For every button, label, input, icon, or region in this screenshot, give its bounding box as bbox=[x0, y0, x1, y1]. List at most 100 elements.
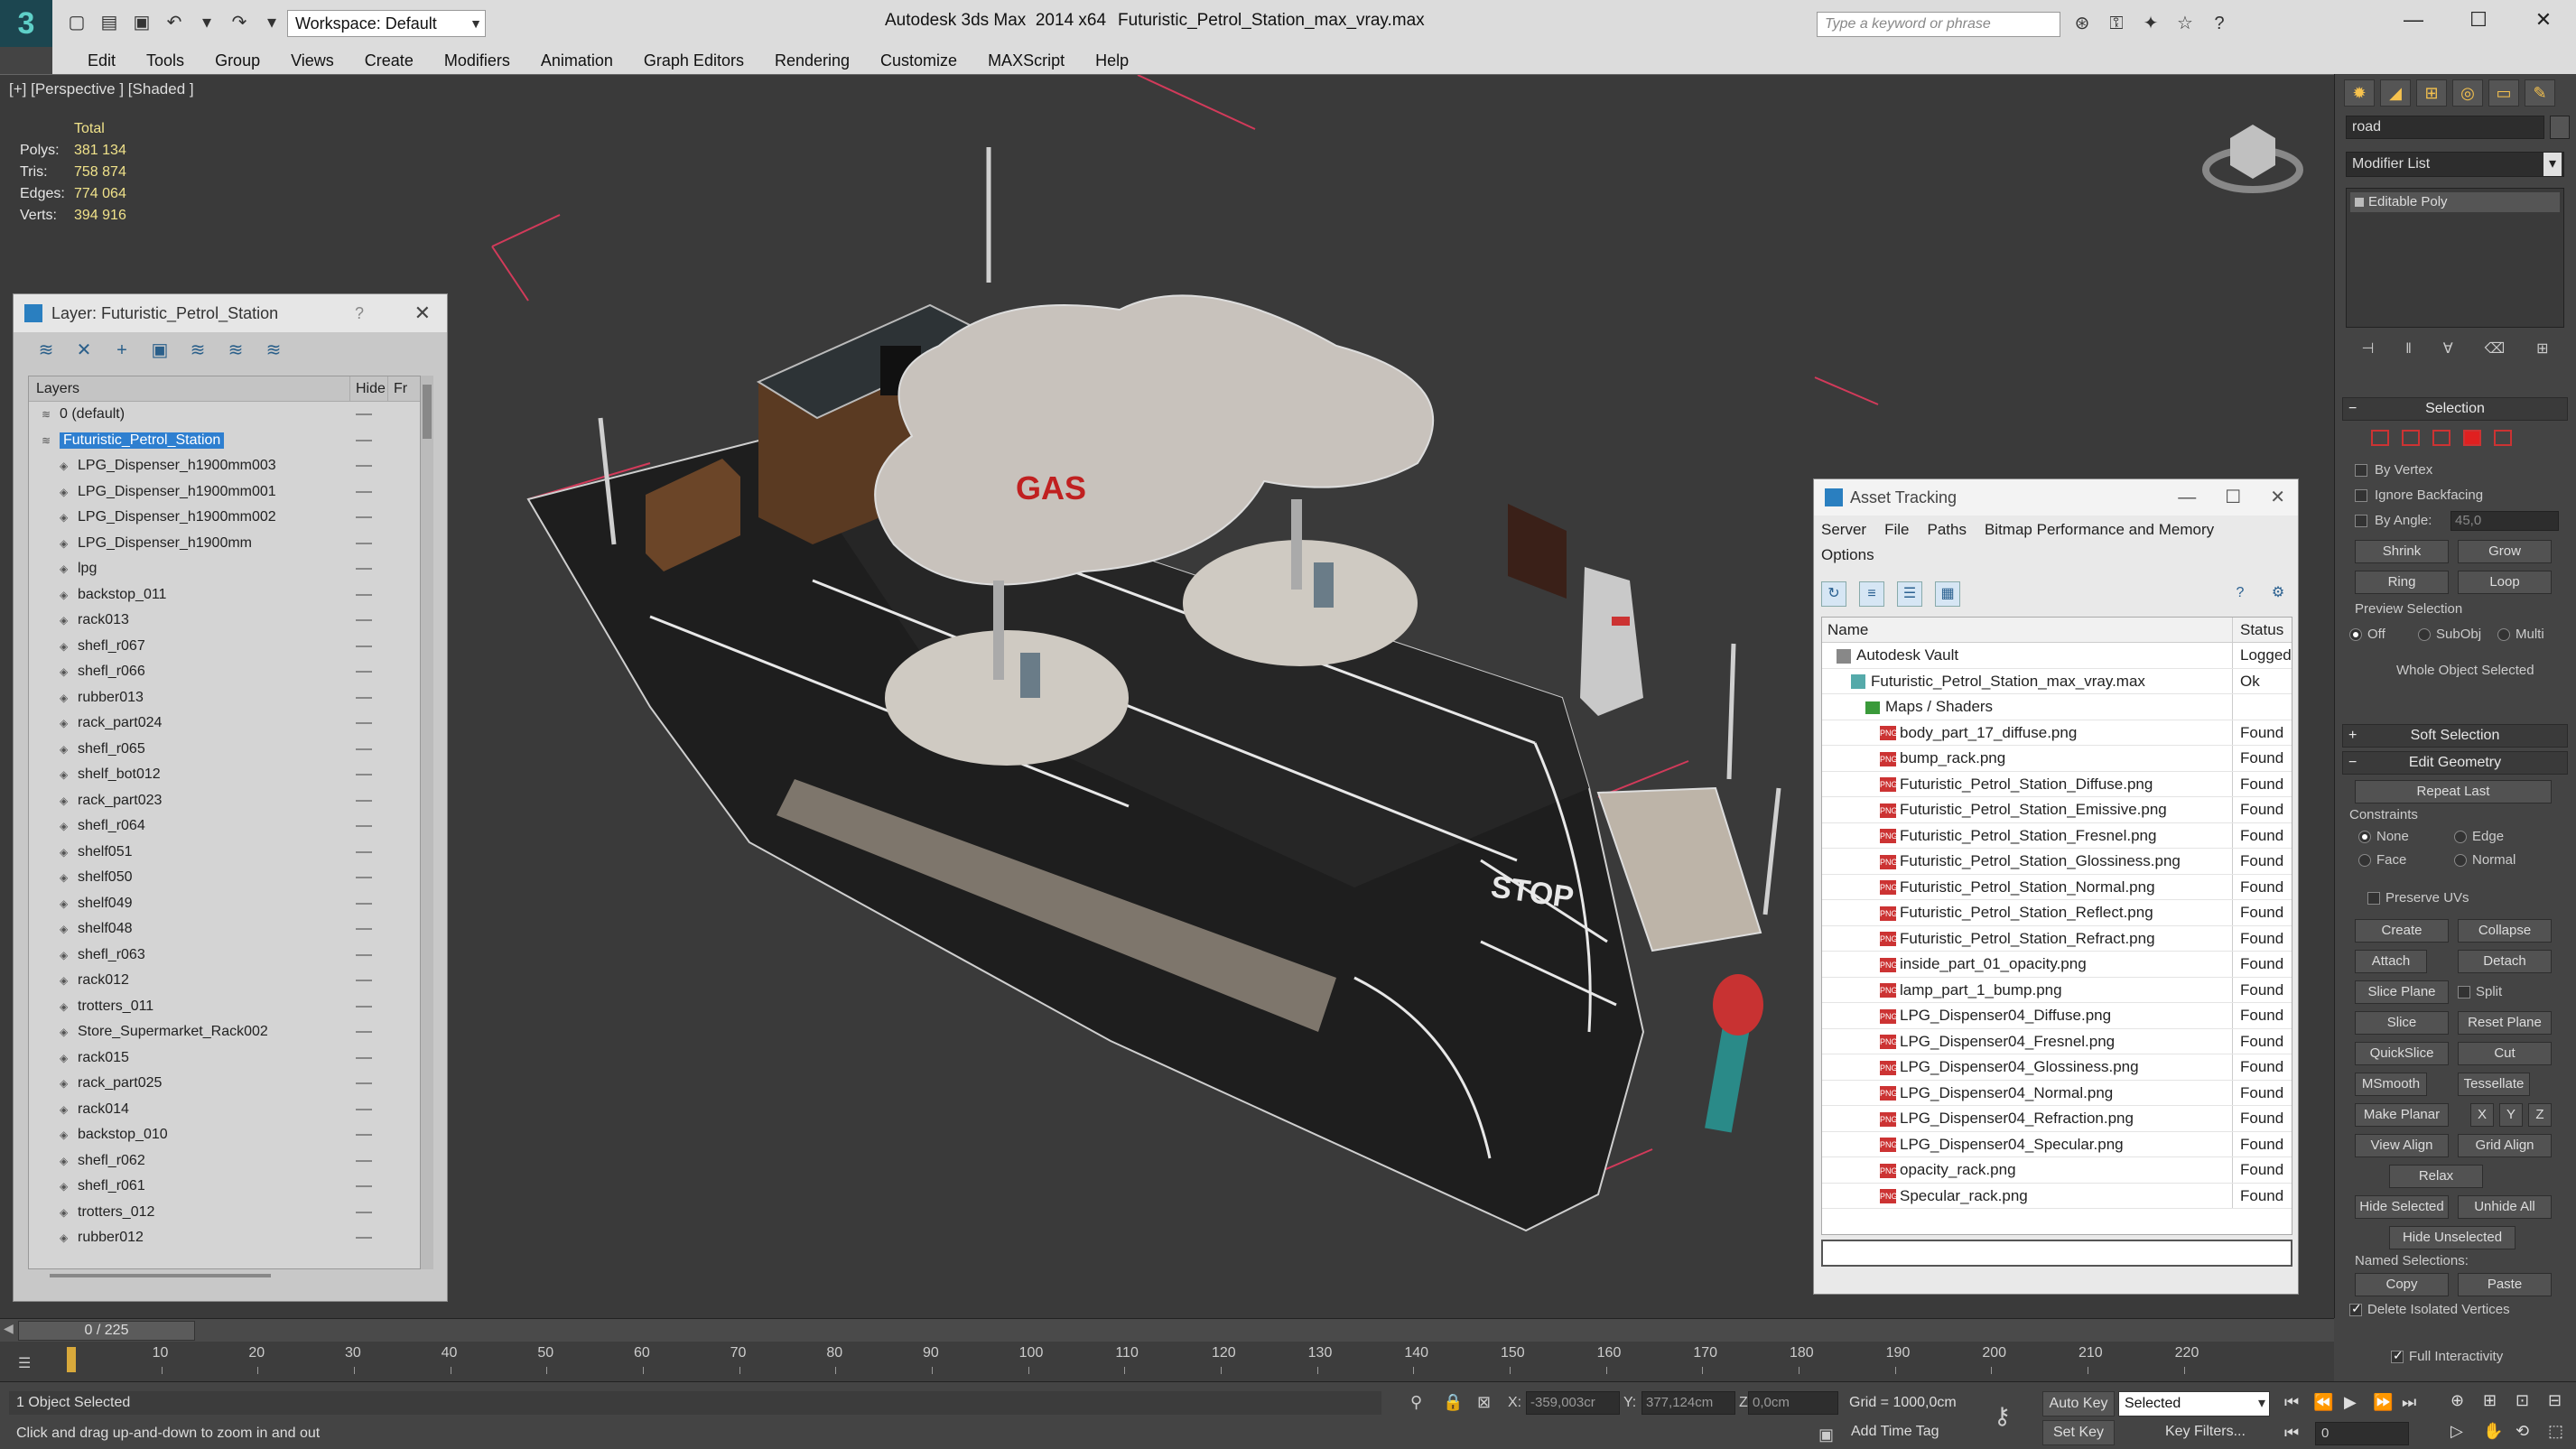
vertex-mode-icon[interactable] bbox=[2371, 430, 2389, 446]
hide-toggle[interactable] bbox=[356, 490, 372, 493]
hide-toggle[interactable] bbox=[356, 1159, 372, 1162]
make-unique-icon[interactable]: ∀ bbox=[2443, 336, 2453, 363]
element-mode-icon[interactable] bbox=[2494, 430, 2512, 446]
hide-unselected-button[interactable]: Hide Unselected bbox=[2389, 1226, 2516, 1249]
hide-toggle[interactable] bbox=[356, 877, 372, 878]
by-vertex-checkbox[interactable] bbox=[2355, 464, 2367, 477]
unhide-all-button[interactable]: Unhide All bbox=[2458, 1195, 2552, 1219]
edge-mode-icon[interactable] bbox=[2402, 430, 2420, 446]
hide-toggle[interactable] bbox=[356, 568, 372, 570]
grow-button[interactable]: Grow bbox=[2458, 540, 2552, 563]
asset-row[interactable]: PNG bump_rack.png Found bbox=[1822, 746, 2292, 772]
layer-row[interactable]: ◈ LPG_Dispenser_h1900mm002 bbox=[29, 505, 420, 531]
shrink-button[interactable]: Shrink bbox=[2355, 540, 2449, 563]
layer-row[interactable]: ◈ rubber012 bbox=[29, 1225, 420, 1251]
column-layers[interactable]: Layers bbox=[29, 376, 349, 401]
undo-icon[interactable]: ↶ bbox=[161, 9, 188, 36]
asset-menu-paths[interactable]: Paths bbox=[1927, 517, 1966, 543]
hide-toggle[interactable] bbox=[356, 953, 372, 956]
view-align-button[interactable]: View Align bbox=[2355, 1134, 2449, 1157]
quickslice-button[interactable]: QuickSlice bbox=[2355, 1042, 2449, 1065]
hide-toggle[interactable] bbox=[356, 1031, 372, 1033]
hide-all-icon[interactable]: ≋ bbox=[225, 339, 246, 361]
layer-row[interactable]: ◈ shelf048 bbox=[29, 916, 420, 943]
redo-icon[interactable]: ↷ bbox=[226, 9, 253, 36]
layer-row[interactable]: ◈ backstop_011 bbox=[29, 582, 420, 608]
make-planar-button[interactable]: Make Planar bbox=[2355, 1103, 2449, 1127]
asset-row[interactable]: PNG Futuristic_Petrol_Station_Fresnel.png… bbox=[1822, 822, 2292, 849]
tree-view-icon[interactable]: ☰ bbox=[1897, 581, 1922, 607]
hide-toggle[interactable] bbox=[356, 645, 372, 647]
delete-layer-icon[interactable]: ✕ bbox=[73, 339, 95, 361]
next-frame-icon[interactable]: ⏩ bbox=[2373, 1393, 2393, 1412]
hide-toggle[interactable] bbox=[356, 748, 372, 750]
column-status[interactable]: Status bbox=[2233, 618, 2283, 642]
asset-menu-options[interactable]: Options bbox=[1821, 543, 1874, 568]
absolute-mode-icon[interactable]: ⊠ bbox=[1477, 1393, 1491, 1412]
key-filters-button[interactable]: Key Filters... bbox=[2165, 1424, 2246, 1440]
close-icon[interactable]: ✕ bbox=[2511, 0, 2576, 40]
minimize-icon[interactable]: — bbox=[2381, 0, 2446, 40]
column-name[interactable]: Name bbox=[1822, 618, 2233, 642]
key-icon[interactable]: ⚷ bbox=[1994, 1402, 2011, 1430]
repeat-last-button[interactable]: Repeat Last bbox=[2355, 780, 2552, 803]
hide-toggle[interactable] bbox=[356, 980, 372, 981]
layer-row[interactable]: ◈ rubber013 bbox=[29, 685, 420, 711]
hide-toggle[interactable] bbox=[356, 593, 372, 596]
menu-maxscript[interactable]: MAXScript bbox=[972, 47, 1080, 74]
y-coord-field[interactable]: 377,124cm bbox=[1641, 1391, 1735, 1415]
modifier-list-dropdown[interactable]: Modifier List ▾ bbox=[2346, 152, 2564, 177]
full-interactivity-checkbox[interactable] bbox=[2391, 1348, 2404, 1363]
create-button[interactable]: Create bbox=[2355, 919, 2449, 943]
paste-button[interactable]: Paste bbox=[2458, 1273, 2552, 1296]
hide-toggle[interactable] bbox=[356, 439, 372, 441]
preview-subobj-radio[interactable] bbox=[2418, 628, 2431, 641]
loop-button[interactable]: Loop bbox=[2458, 571, 2552, 594]
menu-help[interactable]: Help bbox=[1080, 47, 1144, 74]
constraint-edge-radio[interactable] bbox=[2454, 831, 2467, 843]
layer-row[interactable]: ◈ lpg bbox=[29, 556, 420, 582]
asset-row[interactable]: PNG Futuristic_Petrol_Station_Emissive.pn… bbox=[1822, 797, 2292, 823]
layer-row[interactable]: ≋ Futuristic_Petrol_Station bbox=[29, 428, 420, 454]
layer-row[interactable]: ◈ trotters_012 bbox=[29, 1200, 420, 1226]
grid-align-button[interactable]: Grid Align bbox=[2458, 1134, 2552, 1157]
menu-animation[interactable]: Animation bbox=[525, 47, 628, 74]
hide-toggle[interactable] bbox=[356, 1056, 372, 1059]
object-color-swatch[interactable] bbox=[2550, 116, 2570, 139]
zoom-icon[interactable]: ⊕ bbox=[2450, 1391, 2464, 1410]
asset-row[interactable]: PNG LPG_Dispenser04_Specular.png Found bbox=[1822, 1131, 2292, 1157]
app-logo-icon[interactable]: 3 bbox=[0, 0, 52, 47]
relax-button[interactable]: Relax bbox=[2389, 1165, 2483, 1188]
asset-row[interactable]: Futuristic_Petrol_Station_max_vray.max Ok bbox=[1822, 668, 2292, 694]
angle-spinner[interactable]: 45,0 bbox=[2450, 511, 2559, 531]
hide-toggle[interactable] bbox=[356, 774, 372, 776]
hierarchy-tab-icon[interactable]: ⊞ bbox=[2416, 79, 2447, 107]
freeze-all-icon[interactable]: ≋ bbox=[263, 339, 284, 361]
close-icon[interactable]: ✕ bbox=[2270, 479, 2285, 516]
tessellate-button[interactable]: Tessellate bbox=[2458, 1073, 2530, 1096]
curve-editor-icon[interactable]: ☰ bbox=[18, 1354, 40, 1371]
cut-button[interactable]: Cut bbox=[2458, 1042, 2552, 1065]
motion-tab-icon[interactable]: ◎ bbox=[2452, 79, 2483, 107]
preview-off-radio[interactable] bbox=[2349, 628, 2362, 641]
reset-plane-button[interactable]: Reset Plane bbox=[2458, 1011, 2552, 1035]
attach-button[interactable]: Attach bbox=[2355, 950, 2427, 973]
layer-horizontal-scrollbar[interactable] bbox=[50, 1274, 271, 1277]
select-objects-icon[interactable]: ▣ bbox=[149, 339, 171, 361]
asset-row[interactable]: PNG LPG_Dispenser04_Fresnel.png Found bbox=[1822, 1028, 2292, 1054]
ignore-backfacing-checkbox[interactable] bbox=[2355, 489, 2367, 502]
asset-menu-server[interactable]: Server bbox=[1821, 517, 1866, 543]
create-layer-icon[interactable]: ≋ bbox=[35, 339, 57, 361]
soft-selection-rollout-header[interactable]: + Soft Selection bbox=[2342, 724, 2568, 748]
asset-row[interactable]: PNG Specular_rack.png Found bbox=[1822, 1183, 2292, 1209]
add-time-tag-button[interactable]: Add Time Tag bbox=[1851, 1424, 1939, 1440]
time-slider-thumb[interactable]: 0 / 225 bbox=[18, 1321, 195, 1341]
asset-window-titlebar[interactable]: Asset Tracking — ☐ ✕ bbox=[1814, 479, 2298, 516]
set-key-button[interactable]: Set Key bbox=[2042, 1420, 2115, 1445]
layer-row[interactable]: ◈ shefl_r062 bbox=[29, 1148, 420, 1175]
menu-modifiers[interactable]: Modifiers bbox=[429, 47, 525, 74]
asset-row[interactable]: Autodesk Vault Logged bbox=[1822, 643, 2292, 669]
layer-row[interactable]: ◈ rack_part023 bbox=[29, 788, 420, 814]
object-name-field[interactable]: road bbox=[2346, 116, 2544, 139]
asset-row[interactable]: Maps / Shaders bbox=[1822, 694, 2292, 720]
